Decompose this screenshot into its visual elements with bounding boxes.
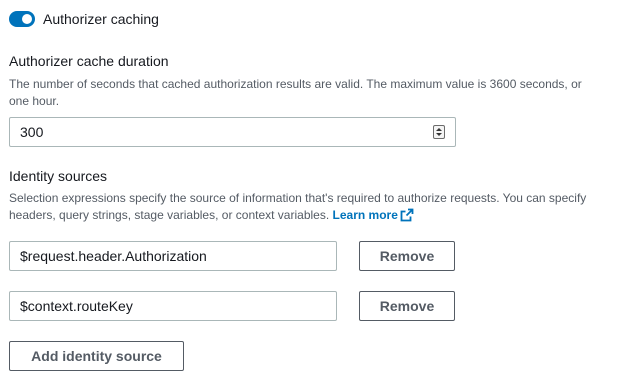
- identity-source-input[interactable]: $request.header.Authorization: [9, 241, 337, 271]
- remove-identity-source-button[interactable]: Remove: [359, 291, 455, 321]
- learn-more-label: Learn more: [332, 208, 398, 222]
- cache-duration-input[interactable]: 300: [9, 117, 456, 147]
- authorizer-caching-toggle[interactable]: [9, 11, 35, 27]
- remove-identity-source-button[interactable]: Remove: [359, 241, 455, 271]
- authorizer-caching-label: Authorizer caching: [43, 11, 159, 27]
- stepper-up-icon[interactable]: [436, 128, 442, 131]
- cache-duration-label: Authorizer cache duration: [9, 53, 169, 69]
- toggle-knob: [22, 14, 32, 24]
- add-identity-source-button[interactable]: Add identity source: [9, 341, 184, 371]
- identity-sources-description: Selection expressions specify the source…: [9, 190, 604, 227]
- external-link-icon: [400, 208, 414, 227]
- stepper-down-icon[interactable]: [436, 133, 442, 136]
- learn-more-link[interactable]: Learn more: [333, 208, 414, 222]
- identity-source-value: $context.routeKey: [20, 298, 133, 314]
- identity-sources-description-text: Selection expressions specify the source…: [9, 191, 587, 222]
- cache-duration-value: 300: [20, 124, 44, 140]
- identity-source-input[interactable]: $context.routeKey: [9, 291, 337, 321]
- identity-source-value: $request.header.Authorization: [20, 248, 207, 264]
- number-stepper-icon[interactable]: [433, 125, 445, 139]
- authorizer-caching-row: Authorizer caching: [9, 11, 159, 27]
- identity-sources-label: Identity sources: [9, 168, 108, 184]
- cache-duration-description: The number of seconds that cached author…: [9, 77, 582, 108]
